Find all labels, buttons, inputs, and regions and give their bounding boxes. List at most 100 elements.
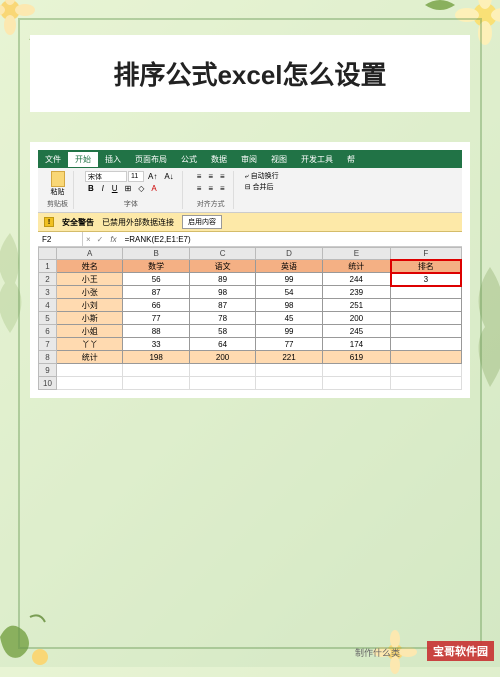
tab-dev[interactable]: 开发工具	[294, 152, 340, 167]
cell[interactable]: 251	[322, 299, 390, 312]
cell[interactable]: 统计	[322, 260, 390, 273]
tab-layout[interactable]: 页面布局	[128, 152, 174, 167]
cell[interactable]: 89	[189, 273, 255, 286]
cell[interactable]: 239	[322, 286, 390, 299]
cell[interactable]	[123, 364, 189, 377]
tab-home[interactable]: 开始	[68, 152, 98, 167]
tab-file[interactable]: 文件	[38, 152, 68, 167]
cell[interactable]: 小斯	[57, 312, 123, 325]
fill-color-button[interactable]: ◇	[135, 183, 147, 194]
align-center-button[interactable]: ≡	[205, 183, 216, 194]
bold-button[interactable]: B	[85, 183, 97, 194]
cell[interactable]: 198	[123, 351, 189, 364]
cell[interactable]	[391, 351, 461, 364]
cell[interactable]: 小王	[57, 273, 123, 286]
paste-button[interactable]: 粘贴	[47, 171, 68, 197]
cell[interactable]	[391, 338, 461, 351]
wrap-text-button[interactable]: ⤶ 自动换行	[245, 171, 279, 181]
tab-insert[interactable]: 插入	[98, 152, 128, 167]
cell[interactable]	[256, 364, 322, 377]
cell[interactable]: 244	[322, 273, 390, 286]
cell[interactable]	[57, 364, 123, 377]
cell[interactable]: 54	[256, 286, 322, 299]
font-size-select[interactable]: 11	[128, 171, 144, 182]
cell[interactable]	[123, 377, 189, 390]
tab-formula[interactable]: 公式	[174, 152, 204, 167]
cell[interactable]	[391, 325, 461, 338]
italic-button[interactable]: I	[98, 183, 108, 194]
cell[interactable]: 200	[322, 312, 390, 325]
font-color-button[interactable]: A	[148, 183, 159, 194]
cell[interactable]: 245	[322, 325, 390, 338]
cell[interactable]	[322, 364, 390, 377]
enable-content-button[interactable]: 启用内容	[182, 215, 222, 229]
font-name-select[interactable]: 宋体	[85, 171, 127, 182]
align-right-button[interactable]: ≡	[217, 183, 228, 194]
cell[interactable]: 98	[256, 299, 322, 312]
cell[interactable]	[189, 377, 255, 390]
cell[interactable]	[57, 377, 123, 390]
cell[interactable]: 99	[256, 325, 322, 338]
cell[interactable]: 200	[189, 351, 255, 364]
cell[interactable]: 丫丫	[57, 338, 123, 351]
row-header[interactable]: 10	[39, 377, 57, 390]
tab-review[interactable]: 审阅	[234, 152, 264, 167]
row-header[interactable]: 7	[39, 338, 57, 351]
cell[interactable]: 小姐	[57, 325, 123, 338]
cell-reference-box[interactable]: F2	[38, 232, 83, 246]
cell[interactable]: 英语	[256, 260, 322, 273]
cell[interactable]: 3	[391, 273, 461, 286]
col-header[interactable]: B	[123, 248, 189, 260]
cell[interactable]: 45	[256, 312, 322, 325]
underline-button[interactable]: U	[109, 183, 121, 194]
cell[interactable]	[256, 377, 322, 390]
cell[interactable]: 56	[123, 273, 189, 286]
increase-font-button[interactable]: A↑	[145, 171, 160, 182]
cell[interactable]: 174	[322, 338, 390, 351]
cell[interactable]	[391, 312, 461, 325]
tab-view[interactable]: 视图	[264, 152, 294, 167]
col-header[interactable]: E	[322, 248, 390, 260]
cell[interactable]: 77	[256, 338, 322, 351]
align-top-button[interactable]: ≡	[194, 171, 205, 182]
cell[interactable]: 58	[189, 325, 255, 338]
row-header[interactable]: 8	[39, 351, 57, 364]
cell[interactable]: 78	[189, 312, 255, 325]
row-header[interactable]: 9	[39, 364, 57, 377]
cell[interactable]: 619	[322, 351, 390, 364]
cell[interactable]	[189, 364, 255, 377]
tab-help[interactable]: 帮	[340, 152, 362, 167]
tab-data[interactable]: 数据	[204, 152, 234, 167]
cell[interactable]: 87	[123, 286, 189, 299]
cell[interactable]: 33	[123, 338, 189, 351]
cell[interactable]	[391, 286, 461, 299]
cell[interactable]: 小刘	[57, 299, 123, 312]
cell[interactable]: 221	[256, 351, 322, 364]
cell[interactable]: 77	[123, 312, 189, 325]
formula-cancel-icon[interactable]: ×	[83, 235, 94, 244]
cell[interactable]: 数学	[123, 260, 189, 273]
cell[interactable]	[322, 377, 390, 390]
cell[interactable]: 99	[256, 273, 322, 286]
cell[interactable]: 排名	[391, 260, 461, 273]
row-header[interactable]: 6	[39, 325, 57, 338]
row-header[interactable]: 4	[39, 299, 57, 312]
select-all-corner[interactable]	[39, 248, 57, 260]
row-header[interactable]: 2	[39, 273, 57, 286]
cell[interactable]: 语文	[189, 260, 255, 273]
cell[interactable]: 统计	[57, 351, 123, 364]
cell[interactable]: 98	[189, 286, 255, 299]
col-header[interactable]: A	[57, 248, 123, 260]
cell[interactable]: 姓名	[57, 260, 123, 273]
cell[interactable]: 66	[123, 299, 189, 312]
cell[interactable]	[391, 299, 461, 312]
col-header[interactable]: C	[189, 248, 255, 260]
col-header[interactable]: D	[256, 248, 322, 260]
border-button[interactable]: ⊞	[122, 183, 135, 194]
align-bottom-button[interactable]: ≡	[217, 171, 228, 182]
spreadsheet-grid[interactable]: A B C D E F 1 姓名 数学 语文 英语 统计 排名	[38, 247, 462, 390]
align-left-button[interactable]: ≡	[194, 183, 205, 194]
col-header[interactable]: F	[391, 248, 461, 260]
fx-icon[interactable]: fx	[106, 235, 120, 244]
decrease-font-button[interactable]: A↓	[161, 171, 176, 182]
